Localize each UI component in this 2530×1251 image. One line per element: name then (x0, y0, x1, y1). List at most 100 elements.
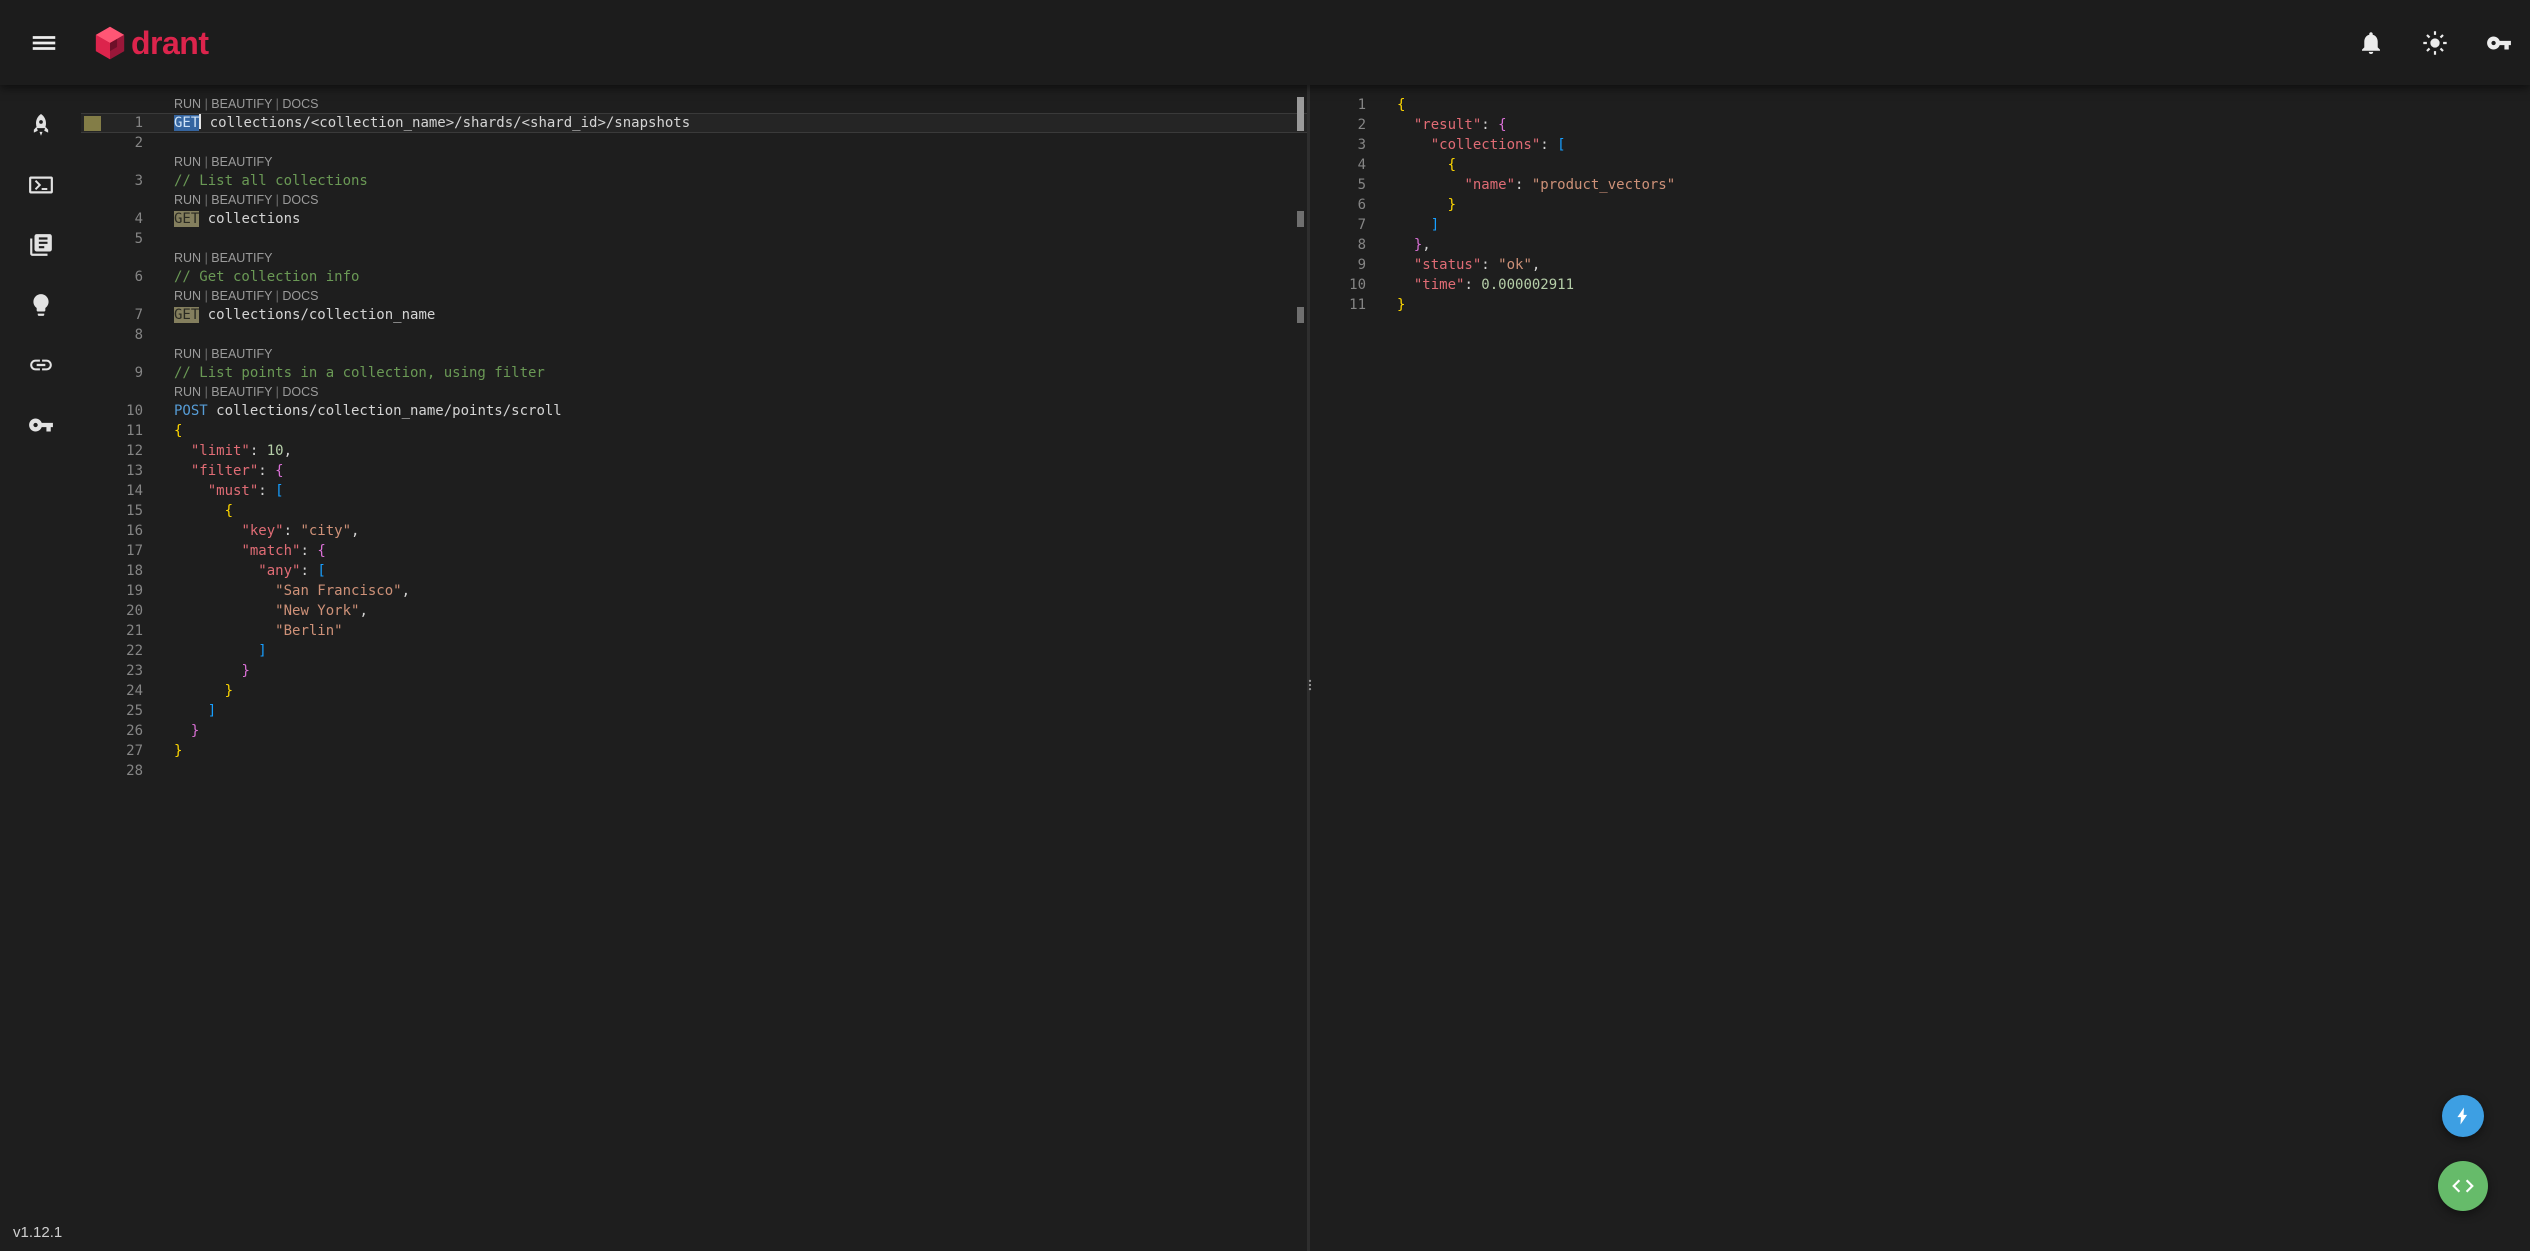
token-b3: ] (208, 703, 216, 719)
overview-ruler[interactable] (1293, 85, 1307, 1251)
token-plain (174, 543, 241, 559)
sidebar-item-welcome[interactable] (22, 107, 60, 143)
token-plain (174, 583, 275, 599)
token-key: "status" (1414, 257, 1481, 273)
code-line: 23 } (81, 661, 1307, 681)
token-plain: collections/collection_name/points/scrol… (208, 403, 562, 419)
line-content: "must": [ (174, 481, 284, 501)
line-number: 19 (107, 581, 143, 601)
app-version: v1.12.1 (13, 1224, 62, 1241)
codelens-run-link[interactable]: RUN (174, 97, 201, 111)
sidebar-item-tutorial[interactable] (22, 287, 60, 323)
codelens-content: RUN | BEAUTIFY | DOCS (174, 191, 319, 209)
code-line: 5 (81, 229, 1307, 249)
code-line: 1GET collections/<collection_name>/shard… (81, 113, 1307, 133)
token-plain (174, 463, 191, 479)
editor-response[interactable]: 1{2 "result": {3 "collections": [4 {5 "n… (1310, 85, 2530, 1251)
codelens-beautify-link[interactable]: BEAUTIFY (211, 193, 272, 207)
codelens-docs-link[interactable]: DOCS (282, 97, 318, 111)
key-icon (2486, 30, 2512, 56)
sidebar-item-access-tokens[interactable] (22, 407, 60, 443)
code-line: 22 ] (81, 641, 1307, 661)
glyph-margin (1310, 255, 1330, 275)
codelens-beautify-link[interactable]: BEAUTIFY (211, 289, 272, 303)
code-line: 8 }, (1310, 235, 2530, 255)
sidebar-item-collections[interactable] (22, 227, 60, 263)
menu-button[interactable] (22, 21, 66, 65)
glyph-margin (1310, 235, 1330, 255)
code-panel-fab[interactable] (2438, 1161, 2488, 1211)
line-content: // Get collection info (174, 267, 359, 287)
token-str: "product_vectors" (1532, 177, 1675, 193)
key-icon (28, 412, 54, 438)
glyph-margin (81, 401, 107, 421)
line-content: "key": "city", (174, 521, 359, 541)
code-line: 24 } (81, 681, 1307, 701)
sidebar-item-datasets[interactable] (22, 347, 60, 383)
line-number: 2 (107, 133, 143, 153)
glyph-margin (81, 421, 107, 441)
panel-resize-handle[interactable] (1303, 671, 1317, 699)
codelens-beautify-link[interactable]: BEAUTIFY (211, 347, 272, 361)
token-str: "New York" (275, 603, 359, 619)
codelens-run-link[interactable]: RUN (174, 347, 201, 361)
codelens-beautify-link[interactable]: BEAUTIFY (211, 97, 272, 111)
codelens-separator: | (201, 385, 211, 399)
token-plain (1397, 117, 1414, 133)
line-content: ] (1397, 215, 1439, 235)
line-content: "name": "product_vectors" (1397, 175, 1675, 195)
codelens-beautify-link[interactable]: BEAUTIFY (211, 251, 272, 265)
code-line: 18 "any": [ (81, 561, 1307, 581)
codelens-docs-link[interactable]: DOCS (282, 385, 318, 399)
token-plain (174, 683, 225, 699)
line-number: 5 (107, 229, 143, 249)
token-plain (174, 643, 258, 659)
line-number: 4 (107, 209, 143, 229)
codelens-beautify-link[interactable]: BEAUTIFY (211, 155, 272, 169)
line-content: } (174, 741, 182, 761)
line-content: } (174, 661, 250, 681)
token-str: "ok" (1498, 257, 1532, 273)
token-str: "San Francisco" (275, 583, 401, 599)
qdrant-logo[interactable]: drant (92, 25, 209, 61)
glyph-margin (81, 325, 107, 345)
glyph-margin (1310, 135, 1330, 155)
run-all-fab[interactable] (2442, 1095, 2484, 1137)
glyph-margin (81, 661, 107, 681)
glyph-margin (81, 641, 107, 661)
editor-request[interactable]: RUN | BEAUTIFY | DOCS 1GET collections/<c… (81, 85, 1307, 1251)
codelens-run-link[interactable]: RUN (174, 155, 201, 169)
token-plain (1397, 237, 1414, 253)
line-decoration-marker (84, 116, 101, 131)
codelens-separator: | (201, 193, 211, 207)
line-content: { (174, 421, 182, 441)
codelens-docs-link[interactable]: DOCS (282, 193, 318, 207)
token-key: "must" (208, 483, 259, 499)
code-line: 3// List all collections (81, 171, 1307, 191)
token-str: "city" (300, 523, 351, 539)
glyph-margin (81, 721, 107, 741)
notifications-button[interactable] (2352, 24, 2390, 62)
line-content: "match": { (174, 541, 326, 561)
token-str: "Berlin" (275, 623, 342, 639)
token-b1: { (1448, 157, 1456, 173)
token-plain: , (1532, 257, 1540, 273)
token-plain (174, 603, 275, 619)
token-com: // List all collections (174, 173, 368, 189)
glyph-margin (81, 171, 107, 191)
line-number: 10 (1330, 275, 1366, 295)
code-line: 4GET collections (81, 209, 1307, 229)
token-plain (174, 483, 208, 499)
sidebar-item-console[interactable] (22, 167, 60, 203)
token-plain: : (300, 543, 317, 559)
codelens-run-link[interactable]: RUN (174, 289, 201, 303)
codelens-run-link[interactable]: RUN (174, 385, 201, 399)
codelens-beautify-link[interactable]: BEAUTIFY (211, 385, 272, 399)
theme-toggle-button[interactable] (2416, 24, 2454, 62)
line-content: { (1397, 155, 1456, 175)
api-keys-button[interactable] (2480, 24, 2518, 62)
codelens-run-link[interactable]: RUN (174, 193, 201, 207)
codelens-run-link[interactable]: RUN (174, 251, 201, 265)
codelens-docs-link[interactable]: DOCS (282, 289, 318, 303)
line-number: 12 (107, 441, 143, 461)
